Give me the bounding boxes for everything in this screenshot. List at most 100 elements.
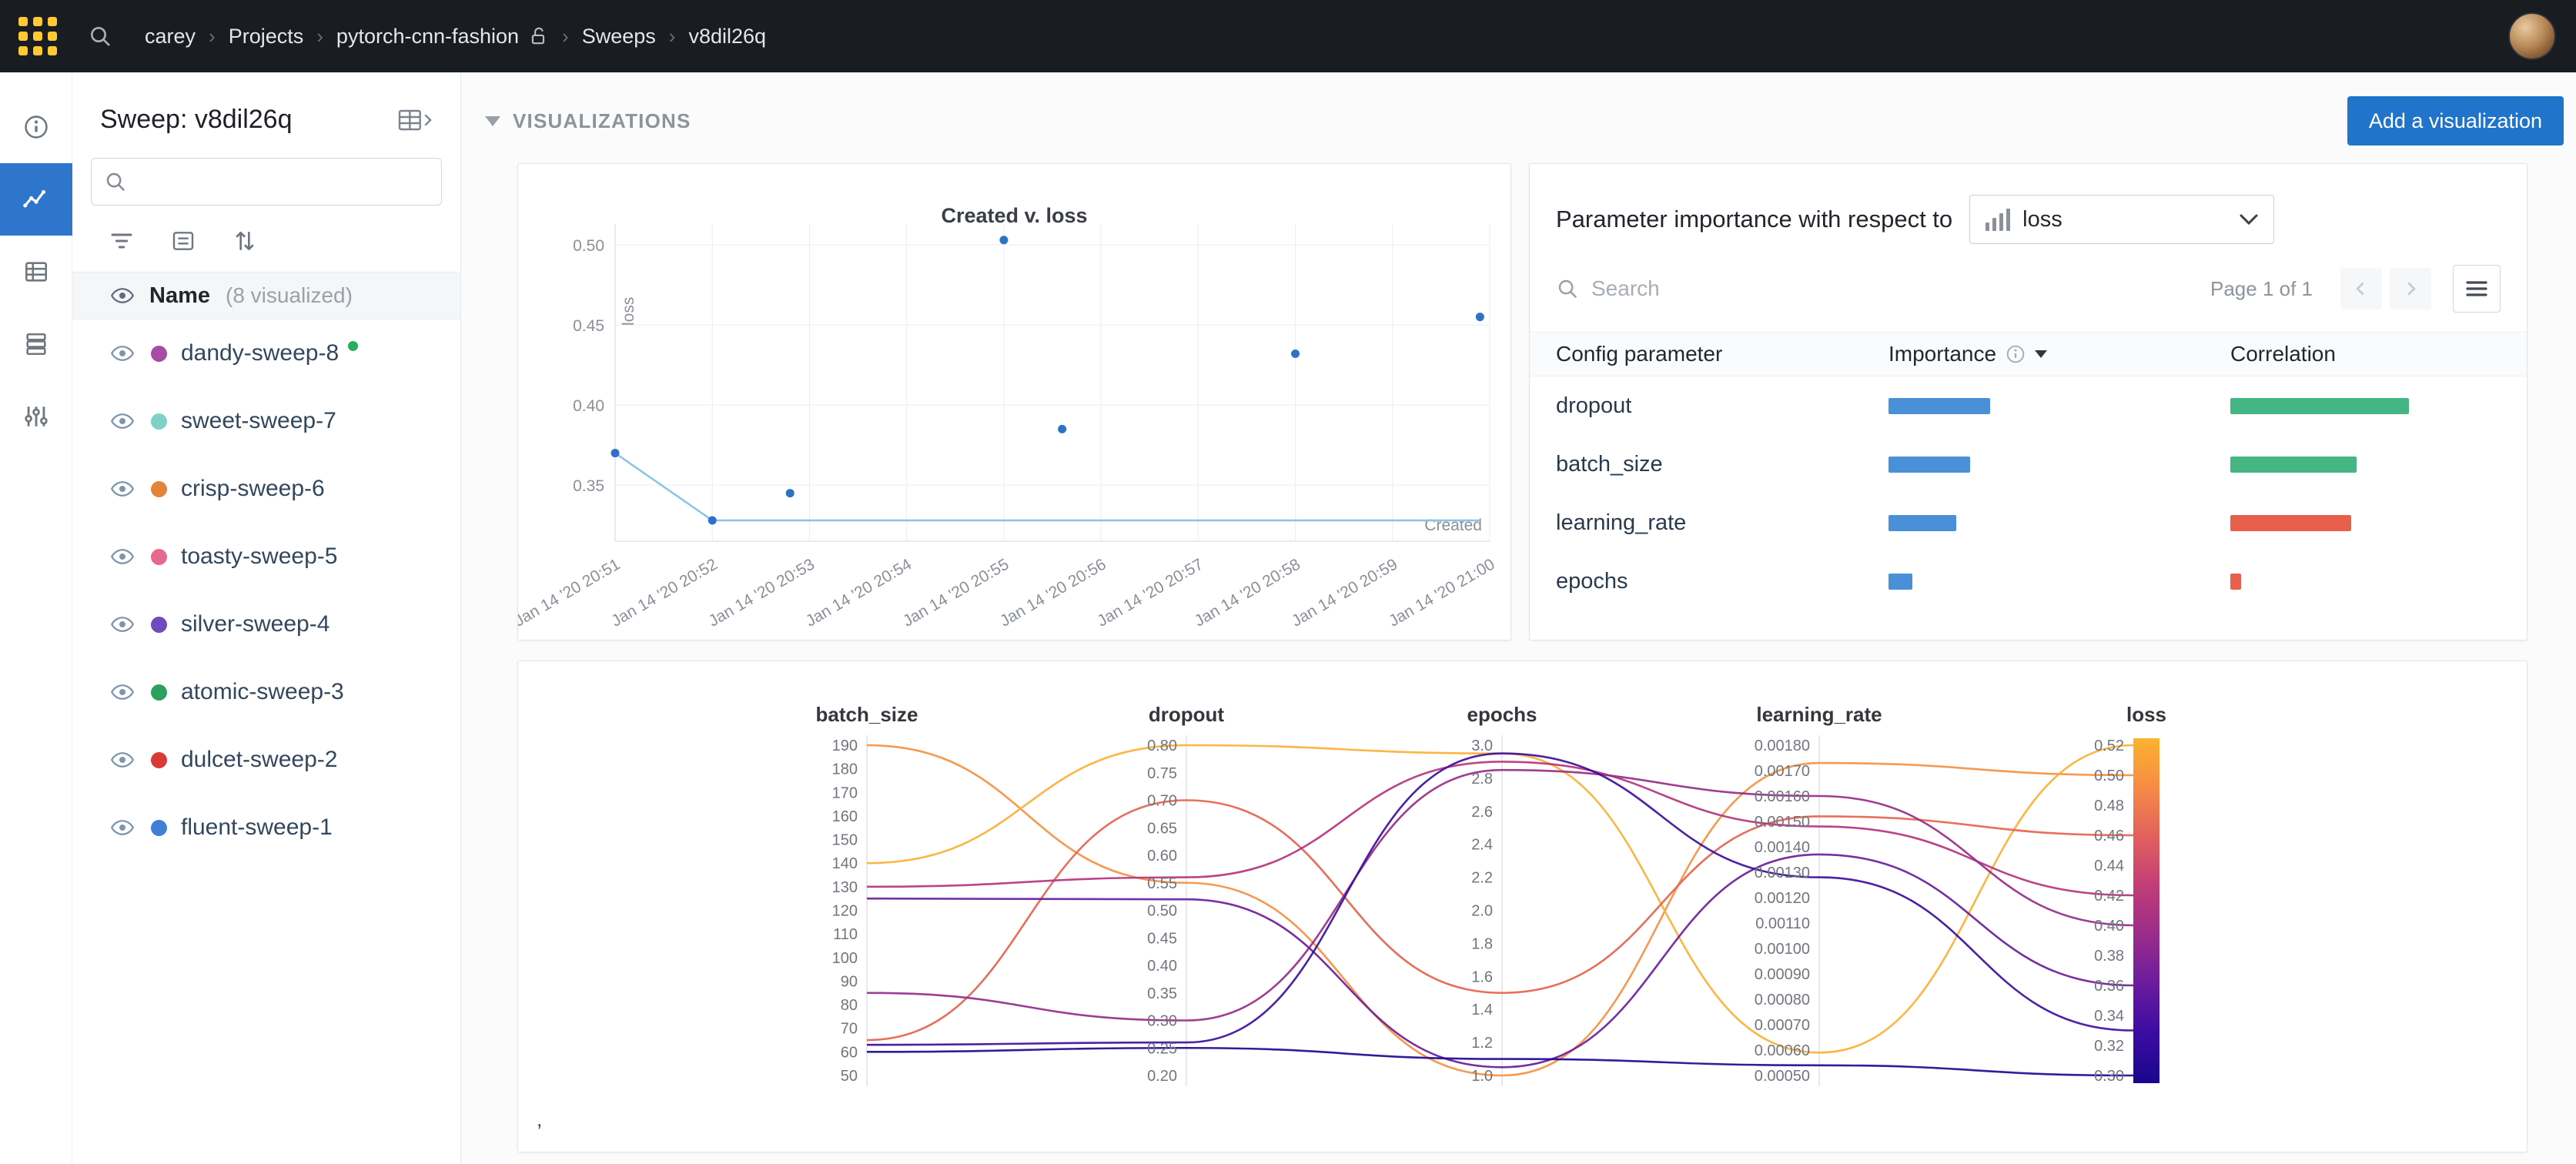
- runs-search-box: [91, 158, 442, 206]
- run-name[interactable]: crisp-sweep-6: [181, 476, 325, 502]
- run-row[interactable]: dulcet-sweep-2: [72, 726, 460, 794]
- parallel-coordinates-panel: batch_sizedropoutepochslearning_rateloss…: [517, 661, 2527, 1152]
- run-name[interactable]: dulcet-sweep-2: [181, 747, 337, 773]
- importance-table: Config parameter Importance Correlation: [1530, 332, 2527, 610]
- breadcrumb-item[interactable]: Sweeps: [582, 25, 656, 48]
- svg-text:0.00130: 0.00130: [1755, 865, 1810, 881]
- eye-icon[interactable]: [111, 820, 134, 835]
- svg-text:0.32: 0.32: [2094, 1038, 2124, 1055]
- run-name[interactable]: dandy-sweep-8: [181, 340, 339, 366]
- run-name[interactable]: silver-sweep-4: [181, 611, 330, 637]
- eye-icon[interactable]: [111, 288, 134, 303]
- svg-text:0.00090: 0.00090: [1755, 966, 1810, 983]
- eye-icon[interactable]: [111, 413, 134, 429]
- config-parameter-name: learning_rate: [1556, 510, 1889, 536]
- run-name[interactable]: sweet-sweep-7: [181, 408, 336, 434]
- left-icon-rail: [0, 72, 72, 1164]
- metric-bars-icon: [1986, 208, 2010, 231]
- svg-text:190: 190: [832, 738, 858, 754]
- svg-text:0.45: 0.45: [1147, 930, 1177, 947]
- config-parameter-name: dropout: [1556, 393, 1889, 419]
- run-name[interactable]: toasty-sweep-5: [181, 544, 337, 570]
- group-icon[interactable]: [171, 229, 196, 253]
- next-page-button[interactable]: [2390, 268, 2431, 309]
- created-vs-loss-chart[interactable]: 0.350.400.450.50Jan 14 '20 20:51Jan 14 '…: [518, 164, 1510, 640]
- metric-dropdown[interactable]: loss: [1969, 195, 2274, 244]
- wandb-logo[interactable]: [18, 17, 57, 55]
- sidebar-item-sweep-controls[interactable]: [0, 380, 72, 453]
- breadcrumb-item[interactable]: pytorch-cnn-fashion: [336, 25, 519, 48]
- run-row[interactable]: toasty-sweep-5: [72, 523, 460, 590]
- svg-text:Jan 14 '20 20:59: Jan 14 '20 20:59: [1289, 555, 1400, 630]
- run-row[interactable]: silver-sweep-4: [72, 590, 460, 658]
- svg-text:0.60: 0.60: [1147, 848, 1177, 865]
- sidebar-item-table[interactable]: [0, 236, 72, 308]
- filter-icon[interactable]: [109, 229, 134, 253]
- importance-table-row[interactable]: epochs: [1530, 552, 2527, 610]
- svg-text:0.35: 0.35: [573, 477, 604, 495]
- svg-text:loss: loss: [620, 297, 637, 326]
- run-row[interactable]: atomic-sweep-3: [72, 658, 460, 726]
- runs-table-toggle-icon[interactable]: [397, 108, 433, 132]
- top-navbar: carey›Projects›pytorch-cnn-fashion›Sweep…: [0, 0, 2576, 72]
- eye-icon[interactable]: [111, 481, 134, 497]
- parallel-coordinates-chart[interactable]: batch_sizedropoutepochslearning_rateloss…: [518, 661, 2527, 1152]
- svg-text:0.00070: 0.00070: [1755, 1017, 1810, 1034]
- svg-text:learning_rate: learning_rate: [1756, 703, 1882, 726]
- sort-icon[interactable]: [233, 229, 257, 253]
- svg-text:0.00140: 0.00140: [1755, 839, 1810, 856]
- table-menu-button[interactable]: [2453, 265, 2501, 313]
- info-icon: [2006, 344, 2026, 364]
- svg-text:Jan 14 '20 20:54: Jan 14 '20 20:54: [803, 555, 915, 630]
- svg-text:0.52: 0.52: [2094, 738, 2124, 754]
- add-visualization-button[interactable]: Add a visualization: [2347, 96, 2564, 146]
- column-header-config-parameter: Config parameter: [1556, 342, 1889, 366]
- run-name[interactable]: fluent-sweep-1: [181, 814, 333, 841]
- column-header-importance[interactable]: Importance: [1889, 342, 2230, 366]
- svg-text:100: 100: [832, 950, 858, 967]
- search-icon: [1556, 277, 1579, 300]
- importance-bar: [1889, 457, 1970, 473]
- search-icon[interactable]: [88, 24, 112, 48]
- avatar[interactable]: [2508, 12, 2556, 60]
- running-status-dot: [348, 341, 358, 351]
- svg-text:110: 110: [833, 926, 858, 943]
- parameter-importance-panel: Parameter importance with respect to los…: [1529, 163, 2527, 641]
- prev-page-button[interactable]: [2340, 268, 2382, 309]
- importance-table-row[interactable]: dropout: [1530, 376, 2527, 435]
- breadcrumb-item[interactable]: v8dil26q: [688, 25, 766, 48]
- run-row[interactable]: fluent-sweep-1: [72, 794, 460, 861]
- sidebar-item-charts[interactable]: [0, 163, 72, 236]
- svg-text:1.8: 1.8: [1471, 935, 1493, 952]
- svg-text:0.38: 0.38: [2094, 948, 2124, 965]
- svg-text:0.50: 0.50: [1147, 903, 1177, 920]
- eye-icon[interactable]: [111, 346, 134, 361]
- svg-text:130: 130: [832, 879, 858, 896]
- run-row[interactable]: crisp-sweep-6: [72, 455, 460, 523]
- run-row[interactable]: dandy-sweep-8: [72, 319, 460, 387]
- run-row[interactable]: sweet-sweep-7: [72, 387, 460, 455]
- importance-table-row[interactable]: learning_rate: [1530, 493, 2527, 552]
- collapse-caret-icon[interactable]: [485, 116, 500, 126]
- run-name[interactable]: atomic-sweep-3: [181, 679, 344, 705]
- eye-icon[interactable]: [111, 549, 134, 564]
- importance-search-input[interactable]: [1591, 276, 1945, 301]
- breadcrumb-item[interactable]: carey: [145, 25, 196, 48]
- svg-text:0.34: 0.34: [2094, 1008, 2124, 1025]
- layers-icon: [23, 331, 49, 357]
- eye-icon[interactable]: [111, 617, 134, 632]
- importance-bar: [1889, 515, 1956, 531]
- importance-table-row[interactable]: batch_size: [1530, 435, 2527, 493]
- sort-desc-icon: [2035, 350, 2047, 358]
- svg-text:0.30: 0.30: [1147, 1013, 1177, 1030]
- breadcrumb-separator: ›: [669, 25, 676, 48]
- svg-text:Jan 14 '20 20:56: Jan 14 '20 20:56: [997, 555, 1109, 630]
- eye-icon[interactable]: [111, 684, 134, 700]
- svg-text:dropout: dropout: [1149, 703, 1225, 726]
- runs-search-input[interactable]: [136, 170, 429, 194]
- breadcrumb-item[interactable]: Projects: [229, 25, 304, 48]
- eye-icon[interactable]: [111, 752, 134, 768]
- svg-text:0.00170: 0.00170: [1755, 763, 1810, 780]
- sidebar-item-model[interactable]: [0, 308, 72, 380]
- sidebar-item-overview[interactable]: [0, 91, 72, 163]
